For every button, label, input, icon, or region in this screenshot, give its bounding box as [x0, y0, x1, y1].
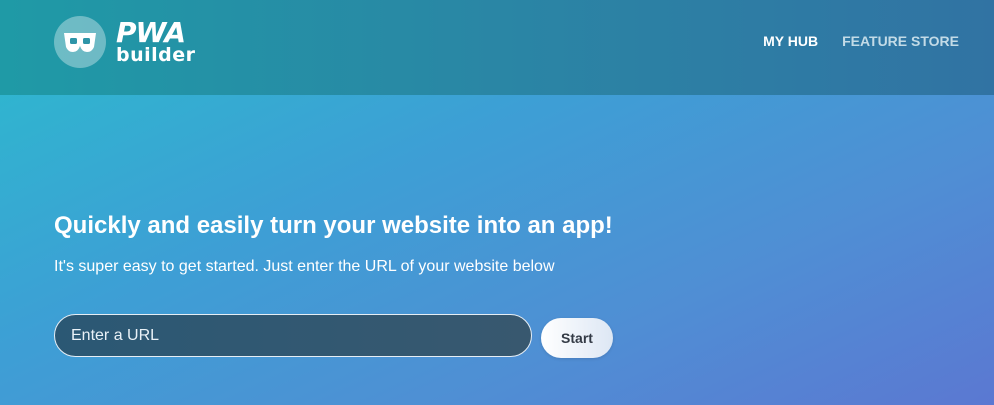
page: PWA builder MY HUB FEATURE STORE Quickly… — [0, 0, 994, 405]
start-button[interactable]: Start — [541, 318, 613, 358]
pwa-builder-logo[interactable]: PWA builder — [54, 16, 196, 68]
logo-wordmark: PWA builder — [116, 19, 196, 65]
url-input[interactable] — [54, 314, 532, 357]
pwa-goggles-icon — [54, 16, 106, 68]
logo-line-builder: builder — [116, 44, 196, 66]
logo-line-pwa: PWA — [116, 16, 186, 49]
nav-feature-store[interactable]: FEATURE STORE — [842, 33, 959, 49]
main-nav: MY HUB FEATURE STORE — [763, 33, 959, 49]
hero-subtitle: It's super easy to get started. Just ent… — [54, 258, 555, 275]
nav-my-hub[interactable]: MY HUB — [763, 33, 818, 49]
top-nav-bar: PWA builder MY HUB FEATURE STORE — [0, 0, 994, 95]
hero-title: Quickly and easily turn your website int… — [54, 212, 613, 239]
